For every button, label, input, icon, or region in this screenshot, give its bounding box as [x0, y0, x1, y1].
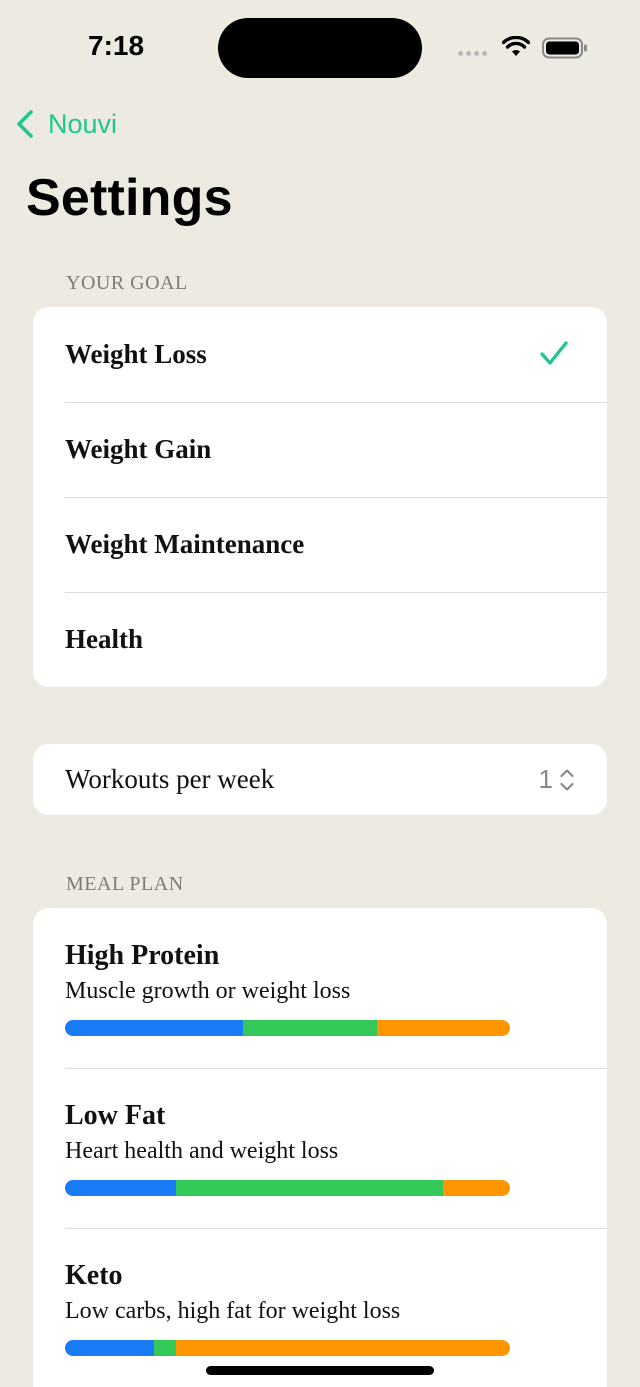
chevron-left-icon — [17, 110, 33, 138]
status-bar: 7:18 — [0, 0, 640, 95]
goal-options-card: Weight Loss Weight Gain Weight Maintenan… — [33, 307, 607, 687]
macro-distribution-bar — [65, 1340, 510, 1356]
fat-segment — [176, 1340, 510, 1356]
goal-section-header: YOUR GOAL — [66, 272, 188, 294]
back-button-label: Nouvi — [48, 108, 118, 139]
meal-plan-name: High Protein — [65, 940, 220, 971]
protein-segment — [65, 1180, 177, 1196]
goal-option-weight-maintenance[interactable]: Weight Maintenance — [33, 497, 607, 592]
workouts-label: Workouts per week — [65, 764, 275, 794]
protein-segment — [65, 1340, 154, 1356]
meal-plan-description: Heart health and weight loss — [65, 1138, 339, 1164]
meal-plan-card: High Protein Muscle growth or weight los… — [33, 908, 607, 1387]
dynamic-island — [218, 18, 422, 78]
cellular-signal-icon — [458, 51, 487, 56]
goal-option-health[interactable]: Health — [33, 592, 607, 687]
meal-plan-high-protein[interactable]: High Protein Muscle growth or weight los… — [33, 908, 607, 1068]
workouts-value-selector[interactable]: 1 — [539, 764, 575, 795]
goal-option-label: Weight Maintenance — [65, 529, 305, 559]
workouts-per-week-picker[interactable]: Workouts per week 1 — [33, 744, 607, 815]
carbs-segment — [243, 1020, 377, 1036]
goal-option-label: Weight Loss — [65, 339, 207, 369]
chevron-up-down-icon — [560, 768, 574, 791]
battery-icon — [542, 37, 587, 59]
carbs-segment — [176, 1180, 444, 1196]
back-button[interactable]: Nouvi — [14, 106, 117, 142]
goal-option-weight-gain[interactable]: Weight Gain — [33, 402, 607, 497]
meal-plan-section-header: MEAL PLAN — [66, 873, 184, 895]
meal-plan-name: Keto — [65, 1260, 123, 1291]
workouts-card: Workouts per week 1 — [33, 744, 607, 815]
meal-plan-keto[interactable]: Keto Low carbs, high fat for weight loss — [33, 1228, 607, 1387]
carbs-segment — [154, 1340, 177, 1356]
meal-plan-description: Low carbs, high fat for weight loss — [65, 1298, 401, 1324]
fat-segment — [443, 1180, 510, 1196]
goal-option-weight-loss[interactable]: Weight Loss — [33, 307, 607, 402]
macro-distribution-bar — [65, 1020, 510, 1036]
status-time: 7:18 — [88, 30, 145, 61]
home-indicator — [206, 1366, 434, 1375]
protein-segment — [65, 1020, 243, 1036]
macro-distribution-bar — [65, 1180, 510, 1196]
page-title: Settings — [26, 169, 233, 227]
fat-segment — [376, 1020, 510, 1036]
meal-plan-description: Muscle growth or weight loss — [65, 978, 351, 1004]
wifi-icon — [502, 36, 530, 56]
meal-plan-name: Low Fat — [65, 1100, 166, 1131]
meal-plan-low-fat[interactable]: Low Fat Heart health and weight loss — [33, 1068, 607, 1228]
checkmark-icon — [540, 341, 568, 365]
goal-option-label: Health — [65, 624, 143, 654]
workouts-value: 1 — [538, 764, 553, 794]
goal-option-label: Weight Gain — [65, 434, 212, 464]
